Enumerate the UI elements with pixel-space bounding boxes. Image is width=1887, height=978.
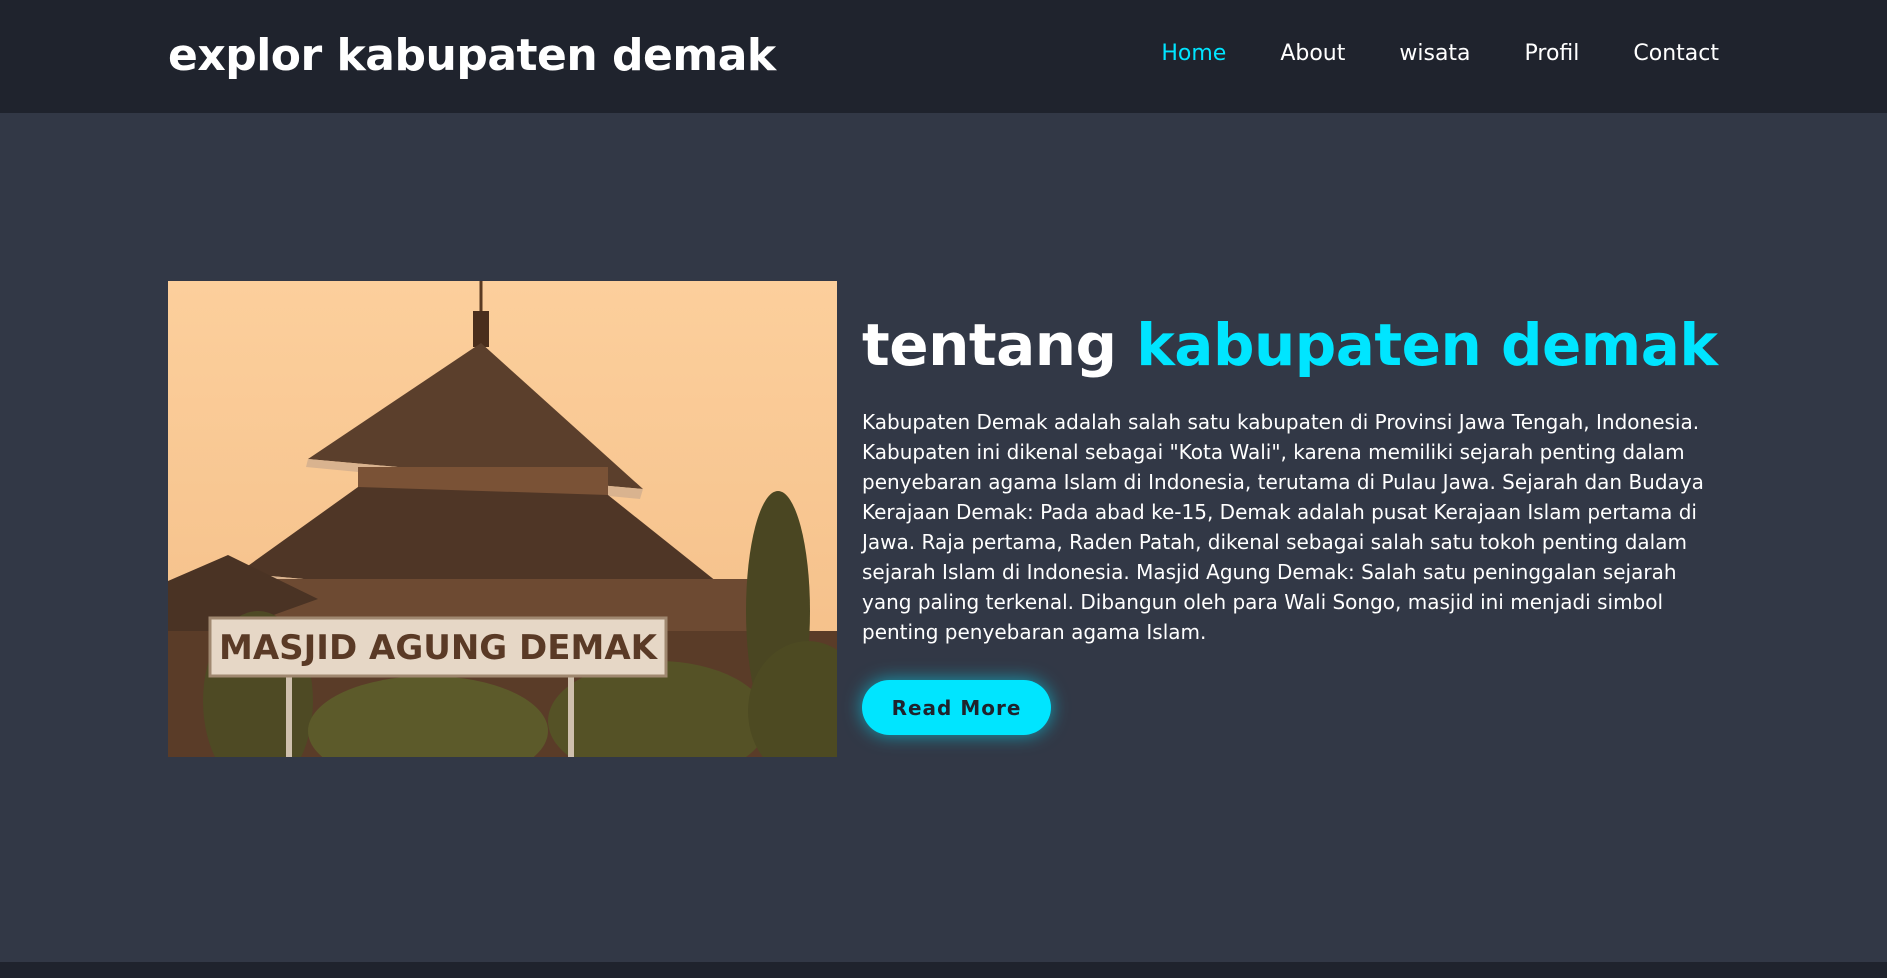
site-header: explor kabupaten demak Home About wisata… xyxy=(0,0,1887,113)
about-section: MASJID AGUNG DEMAK tentang kabupaten dem… xyxy=(168,281,1719,757)
main-nav: Home About wisata Profil Contact xyxy=(1161,38,1719,70)
read-more-button[interactable]: Read More xyxy=(862,680,1051,735)
about-content: tentang kabupaten demak Kabupaten Demak … xyxy=(862,311,1724,647)
nav-home[interactable]: Home xyxy=(1161,38,1226,70)
title-accent: kabupaten demak xyxy=(1136,311,1718,379)
about-title: tentang kabupaten demak xyxy=(862,311,1724,379)
title-plain: tentang xyxy=(862,311,1117,379)
site-logo[interactable]: explor kabupaten demak xyxy=(168,28,776,84)
footer-strip xyxy=(0,962,1887,978)
nav-wisata[interactable]: wisata xyxy=(1399,38,1470,70)
about-description: Kabupaten Demak adalah salah satu kabupa… xyxy=(862,410,1704,644)
mosque-image: MASJID AGUNG DEMAK xyxy=(168,281,837,757)
sign-text: MASJID AGUNG DEMAK xyxy=(219,628,659,668)
nav-profil[interactable]: Profil xyxy=(1525,38,1580,70)
nav-about[interactable]: About xyxy=(1280,38,1345,70)
nav-contact[interactable]: Contact xyxy=(1633,38,1719,70)
